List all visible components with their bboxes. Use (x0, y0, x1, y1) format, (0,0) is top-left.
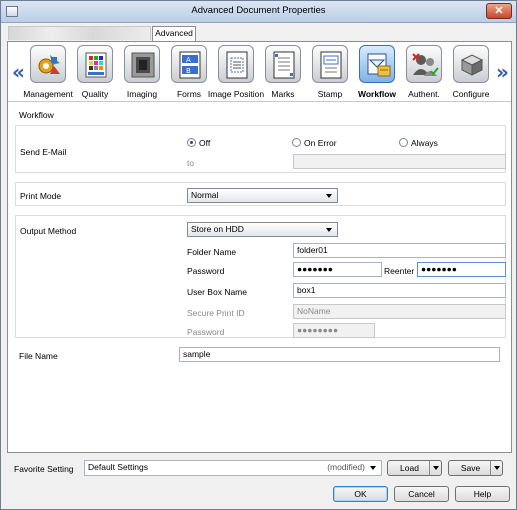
tab-advanced[interactable]: Advanced (152, 26, 196, 41)
send-email-label: Send E-Mail (20, 147, 67, 157)
output-method-label: Output Method (20, 226, 77, 236)
svg-text:B: B (186, 67, 191, 75)
workflow-heading: Workflow (19, 110, 54, 120)
category-label: Configure (452, 89, 490, 99)
reenter-label: Reenter (384, 266, 415, 276)
file-name-field[interactable]: sample (179, 347, 500, 362)
load-button-label: Load (400, 463, 419, 473)
workflow-icon (359, 45, 395, 83)
save-dropdown-arrow-icon[interactable] (490, 461, 502, 475)
quality-icon (77, 45, 113, 83)
category-icon-bar: « Management Quality Imaging A B Forms I… (8, 42, 511, 102)
send-email-always-label: Always (411, 138, 438, 148)
category-configure[interactable]: Configure (447, 45, 495, 101)
advanced-panel: « Management Quality Imaging A B Forms I… (7, 41, 512, 453)
svg-text:A: A (186, 56, 191, 64)
output-method-section: Output Method Store on HDD Folder Name f… (15, 215, 506, 338)
send-email-off-radio[interactable] (187, 138, 196, 147)
file-name-label: File Name (19, 351, 58, 361)
configure-icon (453, 45, 489, 83)
ok-button[interactable]: OK (333, 486, 388, 502)
send-email-always-radio[interactable] (399, 138, 408, 147)
favorite-setting-label: Favorite Setting (14, 464, 74, 474)
send-email-off-label: Off (199, 138, 211, 148)
favorite-modified-status: (modified) (327, 462, 365, 472)
password-label: Password (187, 266, 225, 276)
forms-icon: A B (171, 45, 207, 83)
save-button[interactable]: Save (448, 460, 503, 476)
folder-name-label: Folder Name (187, 247, 237, 257)
output-method-value: Store on HDD (191, 224, 244, 234)
reenter-password-field[interactable]: ●●●●●●● (417, 262, 506, 277)
secure-print-id-field[interactable]: NoName (293, 304, 506, 319)
scroll-right-arrow-icon[interactable]: » (496, 60, 509, 84)
stamp-icon (312, 45, 348, 83)
chevron-down-icon (326, 194, 332, 198)
print-mode-value: Normal (191, 190, 219, 200)
print-mode-label: Print Mode (20, 191, 62, 201)
user-box-name-label: User Box Name (187, 287, 247, 297)
favorite-setting-select[interactable]: Default Settings (modified) (84, 460, 382, 476)
load-button[interactable]: Load (387, 460, 442, 476)
favorite-setting-value: Default Settings (88, 462, 149, 472)
tab-blurred[interactable] (8, 26, 151, 40)
secure-print-id-label: Secure Print ID (187, 308, 245, 318)
scroll-left-arrow-icon[interactable]: « (12, 60, 25, 84)
cancel-button[interactable]: Cancel (394, 486, 449, 502)
print-mode-section: Print Mode Normal (15, 182, 506, 206)
marks-icon (265, 45, 301, 83)
folder-name-field[interactable]: folder01 (293, 243, 506, 258)
secure-password-label: Password (187, 327, 225, 337)
email-to-field[interactable] (293, 154, 506, 169)
send-email-on-error-radio[interactable] (292, 138, 301, 147)
chevron-down-icon (370, 466, 376, 470)
user-box-name-field[interactable]: box1 (293, 283, 506, 298)
advanced-document-properties-window: Advanced Document Properties ✕ Advanced … (0, 0, 517, 510)
window-title: Advanced Document Properties (191, 5, 326, 16)
password-field[interactable]: ●●●●●●● (293, 262, 382, 277)
authentication-icon (406, 45, 442, 83)
tab-bar: Advanced (8, 26, 511, 41)
save-button-label: Save (460, 463, 481, 473)
help-button[interactable]: Help (455, 486, 510, 502)
print-mode-select[interactable]: Normal (187, 188, 338, 203)
imaging-icon (124, 45, 160, 83)
send-email-on-error-label: On Error (304, 138, 337, 148)
management-icon (30, 45, 66, 83)
title-bar[interactable]: Advanced Document Properties ✕ (1, 1, 516, 23)
secure-password-field[interactable]: ●●●●●●●● (293, 323, 375, 338)
output-method-select[interactable]: Store on HDD (187, 222, 338, 237)
load-dropdown-arrow-icon[interactable] (429, 461, 441, 475)
send-email-section: Send E-Mail Off On Error Always to (15, 125, 506, 173)
close-button[interactable]: ✕ (486, 3, 512, 19)
chevron-down-icon (326, 228, 332, 232)
email-to-label: to (187, 158, 195, 168)
image-position-icon (218, 45, 254, 83)
